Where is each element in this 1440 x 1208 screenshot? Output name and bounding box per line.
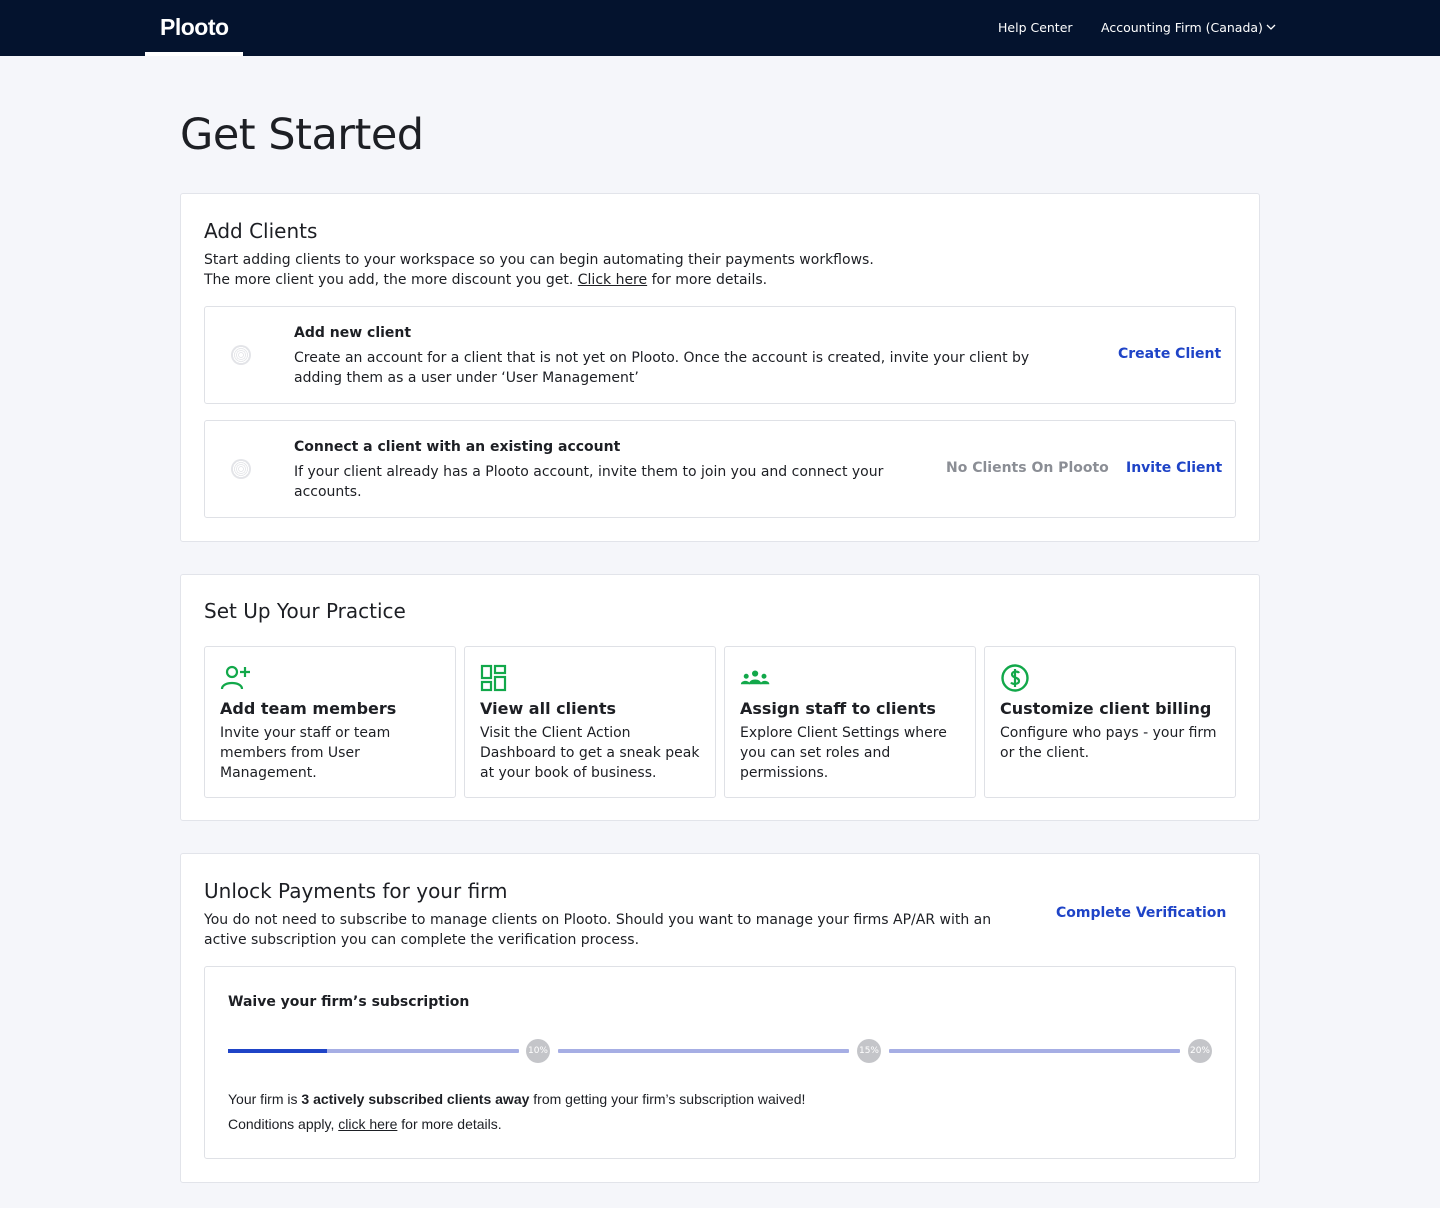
add-new-client-option[interactable]: Add new client Create an account for a c… (204, 306, 1236, 404)
add-clients-line2: The more client you add, the more discou… (204, 270, 1204, 290)
view-all-clients-tile[interactable]: View all clients Visit the Client Action… (464, 646, 716, 798)
progress-segment (228, 1049, 519, 1053)
chevron-down-icon[interactable] (1264, 20, 1278, 34)
plooto-logo[interactable]: Plooto (160, 14, 229, 41)
add-new-client-title: Add new client (294, 325, 412, 341)
tile-description: Invite your staff or team members from U… (220, 725, 391, 781)
waive-title: Waive your firm’s subscription (228, 994, 470, 1010)
message-suffix: from getting your firm’s subscription wa… (529, 1091, 806, 1107)
account-switcher[interactable]: Accounting Firm (Canada) (1101, 20, 1263, 35)
tile-description: Visit the Client Action Dashboard to get… (480, 725, 700, 781)
dashboard-icon (480, 664, 507, 692)
conditions-prefix: Conditions apply, (228, 1116, 339, 1132)
tile-title: Add team members (220, 699, 397, 718)
dollar-circle-icon (1001, 664, 1029, 692)
group-icon (740, 670, 770, 685)
tile-title: Customize client billing (1000, 699, 1212, 718)
help-center-link[interactable]: Help Center (998, 20, 1073, 35)
unlock-payments-card: Unlock Payments for your firm You do not… (180, 853, 1260, 1183)
waive-subscription-panel: Waive your firm’s subscription 10% 15% 2… (204, 966, 1236, 1159)
active-tab-indicator (145, 52, 243, 56)
clients-away-count: 3 actively subscribed clients away (301, 1091, 530, 1107)
discount-details-link[interactable]: Click here (578, 272, 647, 288)
create-client-button[interactable]: Create Client (1118, 346, 1221, 362)
milestone-badge: 10% (526, 1039, 550, 1063)
no-clients-status: No Clients On Plooto (946, 460, 1109, 476)
conditions-text: Conditions apply, click here for more de… (228, 1114, 502, 1134)
add-clients-line1: Start adding clients to your workspace s… (204, 252, 874, 268)
progress-segment (558, 1049, 849, 1053)
top-nav: Plooto Help Center Accounting Firm (Cana… (0, 0, 1440, 56)
milestone-badge: 15% (857, 1039, 881, 1063)
page-title: Get Started (180, 110, 424, 160)
connect-client-title: Connect a client with an existing accoun… (294, 439, 621, 455)
discount-text: The more client you add, the more discou… (204, 272, 578, 288)
add-team-members-tile[interactable]: Add team members Invite your staff or te… (204, 646, 456, 798)
radio-icon[interactable] (231, 459, 251, 479)
tile-description: Configure who pays - your firm or the cl… (1000, 725, 1217, 761)
tile-title: Assign staff to clients (740, 699, 936, 718)
connect-client-description: If your client already has a Plooto acco… (294, 464, 884, 500)
tile-title: View all clients (480, 699, 616, 718)
add-clients-title: Add Clients (204, 219, 318, 243)
add-new-client-description: Create an account for a client that is n… (294, 350, 1030, 386)
progress-fill (228, 1049, 327, 1053)
progress-segment (889, 1049, 1180, 1053)
invite-client-button[interactable]: Invite Client (1126, 460, 1222, 476)
discount-suffix: for more details. (647, 272, 768, 288)
conditions-details-link[interactable]: click here (338, 1116, 397, 1132)
conditions-suffix: for more details. (397, 1116, 502, 1132)
practice-title: Set Up Your Practice (204, 599, 406, 623)
customize-billing-tile[interactable]: Customize client billing Configure who p… (984, 646, 1236, 798)
practice-card: Set Up Your Practice Add team members In… (180, 574, 1260, 821)
radio-icon[interactable] (231, 345, 251, 365)
waive-progress-message: Your firm is 3 actively subscribed clien… (228, 1089, 805, 1109)
add-clients-description: Start adding clients to your workspace s… (204, 250, 1204, 290)
add-clients-card: Add Clients Start adding clients to your… (180, 193, 1260, 542)
tile-description: Explore Client Settings where you can se… (740, 725, 947, 781)
unlock-description: You do not need to subscribe to manage c… (204, 912, 992, 948)
connect-client-option[interactable]: Connect a client with an existing accoun… (204, 420, 1236, 518)
unlock-title: Unlock Payments for your firm (204, 879, 508, 903)
milestone-badge: 20% (1188, 1039, 1212, 1063)
complete-verification-button[interactable]: Complete Verification (1056, 905, 1226, 921)
assign-staff-tile[interactable]: Assign staff to clients Explore Client S… (724, 646, 976, 798)
message-prefix: Your firm is (228, 1091, 302, 1107)
add-person-icon (220, 665, 250, 690)
